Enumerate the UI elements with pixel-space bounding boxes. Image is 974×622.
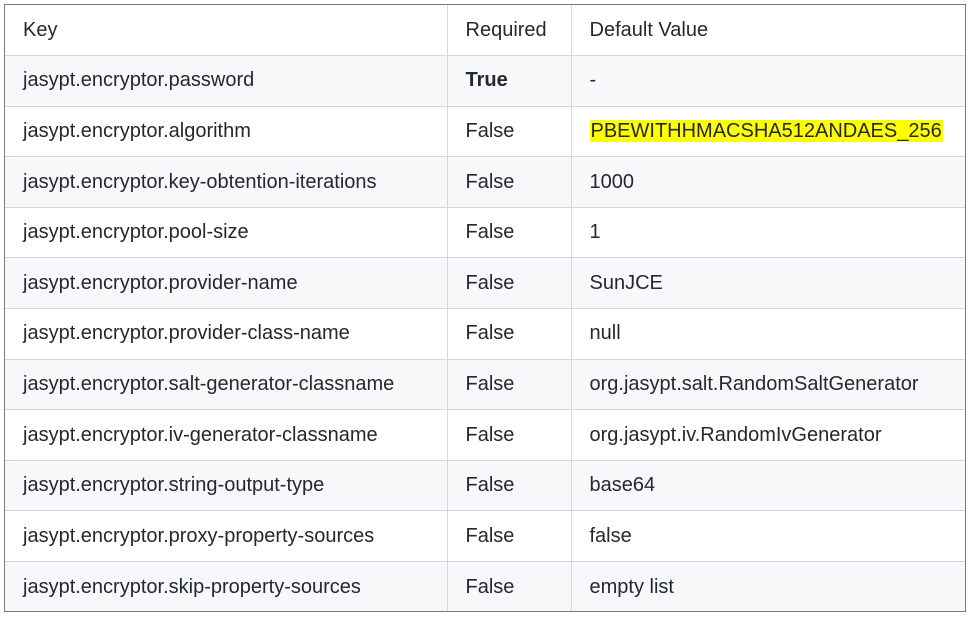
table-row: jasypt.encryptor.pool-size False 1 <box>5 207 965 259</box>
cell-default: null <box>571 308 965 360</box>
cell-key: jasypt.encryptor.salt-generator-classnam… <box>5 359 448 411</box>
cell-required: False <box>447 207 572 259</box>
table-row: jasypt.encryptor.iv-generator-classname … <box>5 409 965 461</box>
cell-default: 1000 <box>571 156 965 208</box>
cell-default: base64 <box>571 460 965 512</box>
table-row: jasypt.encryptor.proxy-property-sources … <box>5 510 965 563</box>
table-row: jasypt.encryptor.skip-property-sources F… <box>5 561 965 611</box>
cell-key: jasypt.encryptor.iv-generator-classname <box>5 409 448 461</box>
cell-key: jasypt.encryptor.password <box>5 55 448 107</box>
cell-key: jasypt.encryptor.algorithm <box>5 106 448 158</box>
cell-required: False <box>447 561 572 611</box>
cell-required: True <box>447 55 572 107</box>
cell-required: False <box>447 257 572 310</box>
cell-default: SunJCE <box>571 257 965 310</box>
table-row: jasypt.encryptor.provider-class-name Fal… <box>5 308 965 360</box>
cell-key: jasypt.encryptor.key-obtention-iteration… <box>5 156 448 208</box>
table-row: jasypt.encryptor.salt-generator-classnam… <box>5 359 965 411</box>
cell-required: False <box>447 308 572 360</box>
cell-required: False <box>447 359 572 411</box>
cell-required: False <box>447 106 572 158</box>
cell-key: jasypt.encryptor.provider-name <box>5 257 448 310</box>
cell-key: jasypt.encryptor.string-output-type <box>5 460 448 512</box>
cell-key: jasypt.encryptor.provider-class-name <box>5 308 448 360</box>
jasypt-properties-table: Key Required Default Value jasypt.encryp… <box>5 5 965 611</box>
cell-required: False <box>447 156 572 208</box>
cell-default: org.jasypt.salt.RandomSaltGenerator <box>571 359 965 411</box>
cell-default: empty list <box>589 575 674 598</box>
cell-default: 1 <box>571 207 965 259</box>
cell-default: PBEWITHHMACSHA512ANDAES_256 <box>571 106 965 158</box>
cell-required: False <box>447 409 572 461</box>
table-row: jasypt.encryptor.key-obtention-iteration… <box>5 156 965 208</box>
cell-default: - <box>571 55 965 107</box>
header-default-value: Default Value <box>571 5 965 57</box>
cell-key: jasypt.encryptor.proxy-property-sources <box>5 510 448 563</box>
properties-table-container: Key Required Default Value jasypt.encryp… <box>4 4 966 612</box>
table-row: jasypt.encryptor.algorithm False PBEWITH… <box>5 106 965 158</box>
cell-key: jasypt.encryptor.pool-size <box>5 207 448 259</box>
table-row: jasypt.encryptor.password True - <box>5 55 965 107</box>
cell-default: false <box>571 510 965 563</box>
header-required: Required <box>447 5 572 57</box>
highlighted-default-value: PBEWITHHMACSHA512ANDAES_256 <box>589 119 943 142</box>
table-row: jasypt.encryptor.string-output-type Fals… <box>5 460 965 512</box>
cell-default: org.jasypt.iv.RandomIvGenerator <box>571 409 965 461</box>
cell-key: jasypt.encryptor.skip-property-sources <box>5 561 448 611</box>
table-header-row: Key Required Default Value <box>5 5 965 57</box>
header-key: Key <box>5 5 448 57</box>
cell-required: False <box>447 460 572 512</box>
table-row: jasypt.encryptor.provider-name False Sun… <box>5 257 965 310</box>
cell-required: False <box>447 510 572 563</box>
